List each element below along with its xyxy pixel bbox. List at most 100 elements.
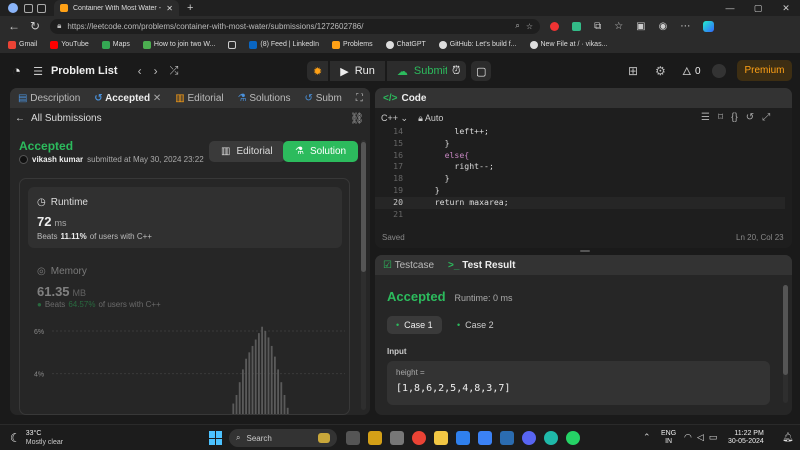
workspaces-icon[interactable] bbox=[24, 3, 33, 13]
scrollbar-thumb[interactable] bbox=[783, 285, 788, 375]
auto-mode[interactable]: 🔒︎ Auto bbox=[418, 113, 443, 124]
reload-icon[interactable]: ↻ bbox=[30, 19, 40, 33]
file-explorer-icon[interactable] bbox=[434, 431, 448, 445]
runtime-card[interactable]: ◷ Runtime 72 ms Beats 11.11% of users wi… bbox=[28, 187, 342, 248]
scrollbar-thumb[interactable] bbox=[361, 142, 366, 272]
next-problem-icon[interactable]: › bbox=[154, 64, 158, 78]
favorites-icon[interactable]: ☆ bbox=[614, 21, 623, 32]
prev-problem-icon[interactable]: ‹ bbox=[138, 64, 142, 78]
bookmark-chatgpt[interactable]: ChatGPT bbox=[385, 40, 426, 49]
chrome-icon[interactable] bbox=[412, 431, 426, 445]
teams-icon[interactable] bbox=[390, 431, 404, 445]
close-window-button[interactable]: ✕ bbox=[772, 3, 800, 14]
close-icon[interactable]: ✕ bbox=[153, 93, 161, 104]
panel-resize-handle[interactable] bbox=[580, 250, 590, 252]
case-1-tab[interactable]: • Case 1 bbox=[387, 316, 442, 334]
mail-icon[interactable] bbox=[500, 431, 514, 445]
code-editor[interactable]: 14 left++; 15 } 16 else{ 17 right--; 18 … bbox=[375, 126, 785, 221]
memory-card[interactable]: ◎ Memory 61.35 MB ● Beats 64.57% of user… bbox=[28, 257, 342, 318]
weather-widget[interactable]: ☾ 33°C Mostly clear bbox=[10, 429, 63, 447]
zoom-icon[interactable]: ⌕ bbox=[515, 21, 519, 31]
youtube-icon bbox=[50, 40, 59, 49]
clock[interactable]: 11:22 PM 30-05-2024 bbox=[728, 430, 764, 446]
bookmark-maps[interactable]: Maps bbox=[101, 40, 130, 49]
bookmark-join[interactable]: How to join two W... bbox=[142, 40, 215, 49]
premium-button[interactable]: Premium bbox=[737, 60, 792, 81]
bookmark-youtube[interactable]: YouTube bbox=[50, 40, 89, 49]
app-store-icon[interactable] bbox=[368, 431, 382, 445]
tab-testcase[interactable]: ☑ Testcase bbox=[383, 260, 434, 271]
notification-icon[interactable]: 🔔︎ bbox=[782, 432, 793, 443]
username[interactable]: vikash kumar bbox=[32, 155, 83, 164]
tab-close-icon[interactable]: ✕ bbox=[166, 4, 173, 13]
format-icon[interactable]: ☰ bbox=[701, 112, 710, 123]
collections-icon[interactable]: ▣ bbox=[636, 21, 645, 32]
bookmark-gmail[interactable]: Gmail bbox=[8, 40, 37, 49]
editorial-button[interactable]: ▥ Editorial bbox=[209, 141, 285, 162]
result-scrollbar[interactable] bbox=[783, 285, 788, 403]
expand-icon[interactable]: ⛶ bbox=[356, 93, 363, 104]
timer-button[interactable]: ⏰︎ bbox=[447, 61, 466, 81]
bookmark-linkedin[interactable]: (8) Feed | LinkedIn bbox=[249, 40, 319, 49]
bookmark-icon[interactable]: ⌑ bbox=[718, 112, 723, 123]
layout-icon[interactable]: ⊞ bbox=[628, 64, 638, 78]
case-2-tab[interactable]: • Case 2 bbox=[451, 316, 500, 334]
profile-icon[interactable] bbox=[8, 3, 18, 13]
share-link-icon[interactable]: ⛓ bbox=[350, 112, 364, 125]
language-select[interactable]: C++ ⌄ bbox=[381, 113, 408, 124]
problem-list-link[interactable]: ☰ Problem List bbox=[33, 65, 118, 78]
braces-icon[interactable]: {} bbox=[731, 112, 738, 123]
new-tab-button[interactable]: + bbox=[187, 2, 193, 14]
bookmark-blank[interactable] bbox=[228, 40, 237, 49]
settings-menu-icon[interactable]: ⋯ bbox=[680, 21, 690, 32]
code-line-current: 20 return maxarea; bbox=[375, 196, 785, 209]
system-tray[interactable]: ◠ ◁ ▭ bbox=[684, 432, 717, 443]
fullscreen-icon[interactable]: ⤢ bbox=[762, 112, 770, 123]
favorite-icon[interactable]: ☆ bbox=[526, 22, 533, 31]
copilot-icon[interactable] bbox=[703, 20, 715, 32]
extension-icon-2[interactable] bbox=[572, 21, 582, 31]
extension-icon-1[interactable] bbox=[550, 21, 560, 31]
back-icon[interactable]: ← bbox=[8, 19, 20, 33]
gear-icon[interactable]: ⚙ bbox=[655, 64, 666, 78]
left-scrollbar[interactable] bbox=[361, 140, 366, 410]
notes-button[interactable]: ▢ bbox=[471, 61, 492, 81]
reset-icon[interactable]: ↺ bbox=[746, 112, 754, 123]
tab-solutions[interactable]: ⚗ Solutions bbox=[238, 93, 291, 104]
taskbar-search[interactable]: ⌕ Search bbox=[229, 429, 337, 447]
tab-accepted[interactable]: ↺ Accepted ✕ bbox=[94, 93, 161, 104]
tab-submissions[interactable]: ↺ Subm bbox=[305, 93, 342, 104]
fire-icon[interactable]: 🜂 bbox=[682, 60, 692, 82]
maximize-button[interactable]: ▢ bbox=[744, 3, 772, 14]
minimize-button[interactable]: — bbox=[716, 3, 744, 13]
bookmark-newfile[interactable]: New File at / · vikas... bbox=[529, 40, 607, 49]
vscode-icon[interactable] bbox=[456, 431, 470, 445]
avatar[interactable] bbox=[19, 155, 28, 164]
leetcode-logo[interactable]: ◔ bbox=[12, 63, 21, 80]
debug-button[interactable]: ✹ bbox=[307, 61, 329, 81]
profile-icon[interactable]: ◉ bbox=[659, 21, 668, 32]
tab-test-result[interactable]: >_ Test Result bbox=[448, 260, 515, 271]
extensions-icon[interactable]: ⧉ bbox=[594, 21, 601, 32]
tab-description[interactable]: ▤ Description bbox=[18, 93, 80, 104]
run-button[interactable]: ▶ Run bbox=[330, 61, 385, 81]
edge-icon[interactable] bbox=[544, 431, 558, 445]
address-bar[interactable]: 🔒︎ https://leetcode.com/problems/contain… bbox=[50, 18, 541, 34]
shuffle-icon[interactable]: ⤮ bbox=[170, 65, 179, 78]
language-indicator[interactable]: ENG IN bbox=[661, 430, 676, 446]
task-view-icon[interactable] bbox=[346, 431, 360, 445]
input-box: height = [1,8,6,2,5,4,8,3,7] bbox=[387, 361, 770, 405]
windows-start-icon[interactable] bbox=[209, 431, 223, 445]
tab-editorial[interactable]: ▥ Editorial bbox=[175, 93, 223, 104]
tab-actions-icon[interactable] bbox=[37, 3, 46, 13]
bookmark-problems[interactable]: Problems bbox=[332, 40, 373, 49]
all-submissions-link[interactable]: ← All Submissions bbox=[15, 113, 102, 124]
store-icon[interactable] bbox=[478, 431, 492, 445]
avatar[interactable] bbox=[712, 64, 726, 78]
browser-tab-active[interactable]: Container With Most Water - Le ✕ bbox=[54, 0, 179, 16]
bookmark-github[interactable]: GitHub: Let's build f... bbox=[438, 40, 517, 49]
tray-chevron-icon[interactable]: ⌃ bbox=[643, 432, 651, 443]
discord-icon[interactable] bbox=[522, 431, 536, 445]
solution-button[interactable]: ⚗ Solution bbox=[283, 141, 359, 162]
whatsapp-icon[interactable] bbox=[566, 431, 580, 445]
